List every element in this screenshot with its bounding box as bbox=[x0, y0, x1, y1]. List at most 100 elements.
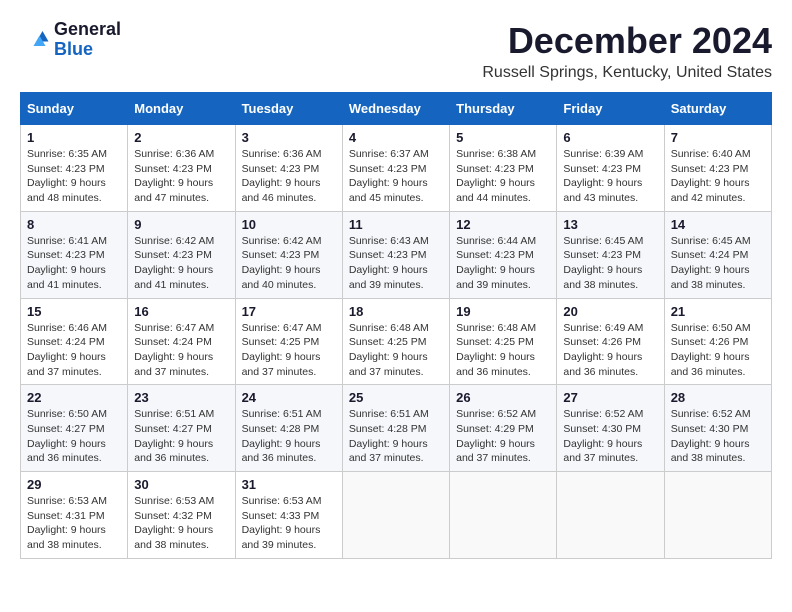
calendar-cell: 27 Sunrise: 6:52 AMSunset: 4:30 PMDaylig… bbox=[557, 385, 664, 472]
calendar-week-row: 15 Sunrise: 6:46 AMSunset: 4:24 PMDaylig… bbox=[21, 298, 772, 385]
calendar-header-row: SundayMondayTuesdayWednesdayThursdayFrid… bbox=[21, 93, 772, 125]
day-number: 19 bbox=[456, 304, 550, 319]
day-number: 3 bbox=[242, 130, 336, 145]
day-detail: Sunrise: 6:36 AMSunset: 4:23 PMDaylight:… bbox=[242, 147, 336, 206]
calendar-week-row: 22 Sunrise: 6:50 AMSunset: 4:27 PMDaylig… bbox=[21, 385, 772, 472]
calendar-subtitle: Russell Springs, Kentucky, United States bbox=[482, 64, 772, 82]
calendar-week-row: 1 Sunrise: 6:35 AMSunset: 4:23 PMDayligh… bbox=[21, 125, 772, 212]
day-detail: Sunrise: 6:50 AMSunset: 4:26 PMDaylight:… bbox=[671, 321, 765, 380]
calendar-cell: 26 Sunrise: 6:52 AMSunset: 4:29 PMDaylig… bbox=[450, 385, 557, 472]
day-number: 2 bbox=[134, 130, 228, 145]
day-detail: Sunrise: 6:44 AMSunset: 4:23 PMDaylight:… bbox=[456, 234, 550, 293]
calendar-cell: 24 Sunrise: 6:51 AMSunset: 4:28 PMDaylig… bbox=[235, 385, 342, 472]
calendar-cell: 8 Sunrise: 6:41 AMSunset: 4:23 PMDayligh… bbox=[21, 211, 128, 298]
calendar-cell: 6 Sunrise: 6:39 AMSunset: 4:23 PMDayligh… bbox=[557, 125, 664, 212]
header-friday: Friday bbox=[557, 93, 664, 125]
day-detail: Sunrise: 6:53 AMSunset: 4:32 PMDaylight:… bbox=[134, 494, 228, 553]
calendar-cell: 16 Sunrise: 6:47 AMSunset: 4:24 PMDaylig… bbox=[128, 298, 235, 385]
calendar-cell: 19 Sunrise: 6:48 AMSunset: 4:25 PMDaylig… bbox=[450, 298, 557, 385]
calendar-cell: 10 Sunrise: 6:42 AMSunset: 4:23 PMDaylig… bbox=[235, 211, 342, 298]
day-number: 7 bbox=[671, 130, 765, 145]
day-number: 28 bbox=[671, 390, 765, 405]
calendar-cell: 7 Sunrise: 6:40 AMSunset: 4:23 PMDayligh… bbox=[664, 125, 771, 212]
day-detail: Sunrise: 6:46 AMSunset: 4:24 PMDaylight:… bbox=[27, 321, 121, 380]
day-number: 21 bbox=[671, 304, 765, 319]
day-number: 5 bbox=[456, 130, 550, 145]
calendar-cell: 1 Sunrise: 6:35 AMSunset: 4:23 PMDayligh… bbox=[21, 125, 128, 212]
day-detail: Sunrise: 6:42 AMSunset: 4:23 PMDaylight:… bbox=[242, 234, 336, 293]
calendar-cell: 20 Sunrise: 6:49 AMSunset: 4:26 PMDaylig… bbox=[557, 298, 664, 385]
calendar-cell bbox=[557, 472, 664, 559]
day-detail: Sunrise: 6:39 AMSunset: 4:23 PMDaylight:… bbox=[563, 147, 657, 206]
day-detail: Sunrise: 6:51 AMSunset: 4:27 PMDaylight:… bbox=[134, 407, 228, 466]
header-wednesday: Wednesday bbox=[342, 93, 449, 125]
day-detail: Sunrise: 6:40 AMSunset: 4:23 PMDaylight:… bbox=[671, 147, 765, 206]
day-number: 25 bbox=[349, 390, 443, 405]
header-sunday: Sunday bbox=[21, 93, 128, 125]
day-number: 4 bbox=[349, 130, 443, 145]
day-detail: Sunrise: 6:51 AMSunset: 4:28 PMDaylight:… bbox=[349, 407, 443, 466]
day-detail: Sunrise: 6:48 AMSunset: 4:25 PMDaylight:… bbox=[456, 321, 550, 380]
calendar-cell: 25 Sunrise: 6:51 AMSunset: 4:28 PMDaylig… bbox=[342, 385, 449, 472]
day-detail: Sunrise: 6:47 AMSunset: 4:24 PMDaylight:… bbox=[134, 321, 228, 380]
logo-line1: General bbox=[54, 20, 121, 40]
day-detail: Sunrise: 6:47 AMSunset: 4:25 PMDaylight:… bbox=[242, 321, 336, 380]
calendar-cell bbox=[450, 472, 557, 559]
day-number: 6 bbox=[563, 130, 657, 145]
day-detail: Sunrise: 6:45 AMSunset: 4:24 PMDaylight:… bbox=[671, 234, 765, 293]
calendar-cell: 15 Sunrise: 6:46 AMSunset: 4:24 PMDaylig… bbox=[21, 298, 128, 385]
day-detail: Sunrise: 6:37 AMSunset: 4:23 PMDaylight:… bbox=[349, 147, 443, 206]
logo-text: General Blue bbox=[54, 20, 121, 60]
day-detail: Sunrise: 6:53 AMSunset: 4:33 PMDaylight:… bbox=[242, 494, 336, 553]
calendar-table: SundayMondayTuesdayWednesdayThursdayFrid… bbox=[20, 92, 772, 559]
calendar-cell: 23 Sunrise: 6:51 AMSunset: 4:27 PMDaylig… bbox=[128, 385, 235, 472]
logo-icon bbox=[20, 25, 50, 55]
title-area: December 2024 Russell Springs, Kentucky,… bbox=[482, 20, 772, 82]
day-detail: Sunrise: 6:36 AMSunset: 4:23 PMDaylight:… bbox=[134, 147, 228, 206]
day-number: 8 bbox=[27, 217, 121, 232]
calendar-cell: 13 Sunrise: 6:45 AMSunset: 4:23 PMDaylig… bbox=[557, 211, 664, 298]
calendar-cell: 11 Sunrise: 6:43 AMSunset: 4:23 PMDaylig… bbox=[342, 211, 449, 298]
day-detail: Sunrise: 6:52 AMSunset: 4:30 PMDaylight:… bbox=[563, 407, 657, 466]
day-detail: Sunrise: 6:49 AMSunset: 4:26 PMDaylight:… bbox=[563, 321, 657, 380]
day-number: 30 bbox=[134, 477, 228, 492]
header-monday: Monday bbox=[128, 93, 235, 125]
calendar-cell: 17 Sunrise: 6:47 AMSunset: 4:25 PMDaylig… bbox=[235, 298, 342, 385]
calendar-cell: 28 Sunrise: 6:52 AMSunset: 4:30 PMDaylig… bbox=[664, 385, 771, 472]
calendar-cell: 14 Sunrise: 6:45 AMSunset: 4:24 PMDaylig… bbox=[664, 211, 771, 298]
calendar-cell: 22 Sunrise: 6:50 AMSunset: 4:27 PMDaylig… bbox=[21, 385, 128, 472]
day-detail: Sunrise: 6:50 AMSunset: 4:27 PMDaylight:… bbox=[27, 407, 121, 466]
calendar-cell: 30 Sunrise: 6:53 AMSunset: 4:32 PMDaylig… bbox=[128, 472, 235, 559]
day-number: 15 bbox=[27, 304, 121, 319]
logo: General Blue bbox=[20, 20, 121, 60]
day-number: 13 bbox=[563, 217, 657, 232]
day-number: 22 bbox=[27, 390, 121, 405]
day-detail: Sunrise: 6:43 AMSunset: 4:23 PMDaylight:… bbox=[349, 234, 443, 293]
day-number: 9 bbox=[134, 217, 228, 232]
day-number: 10 bbox=[242, 217, 336, 232]
calendar-cell: 29 Sunrise: 6:53 AMSunset: 4:31 PMDaylig… bbox=[21, 472, 128, 559]
day-number: 24 bbox=[242, 390, 336, 405]
calendar-cell: 4 Sunrise: 6:37 AMSunset: 4:23 PMDayligh… bbox=[342, 125, 449, 212]
day-number: 23 bbox=[134, 390, 228, 405]
day-number: 12 bbox=[456, 217, 550, 232]
day-number: 17 bbox=[242, 304, 336, 319]
calendar-cell: 5 Sunrise: 6:38 AMSunset: 4:23 PMDayligh… bbox=[450, 125, 557, 212]
calendar-cell: 12 Sunrise: 6:44 AMSunset: 4:23 PMDaylig… bbox=[450, 211, 557, 298]
day-number: 29 bbox=[27, 477, 121, 492]
calendar-cell: 2 Sunrise: 6:36 AMSunset: 4:23 PMDayligh… bbox=[128, 125, 235, 212]
calendar-title: December 2024 bbox=[482, 20, 772, 62]
day-number: 16 bbox=[134, 304, 228, 319]
calendar-week-row: 29 Sunrise: 6:53 AMSunset: 4:31 PMDaylig… bbox=[21, 472, 772, 559]
day-number: 14 bbox=[671, 217, 765, 232]
day-detail: Sunrise: 6:53 AMSunset: 4:31 PMDaylight:… bbox=[27, 494, 121, 553]
day-detail: Sunrise: 6:42 AMSunset: 4:23 PMDaylight:… bbox=[134, 234, 228, 293]
day-detail: Sunrise: 6:48 AMSunset: 4:25 PMDaylight:… bbox=[349, 321, 443, 380]
day-detail: Sunrise: 6:41 AMSunset: 4:23 PMDaylight:… bbox=[27, 234, 121, 293]
logo-line2: Blue bbox=[54, 40, 121, 60]
day-detail: Sunrise: 6:45 AMSunset: 4:23 PMDaylight:… bbox=[563, 234, 657, 293]
header-tuesday: Tuesday bbox=[235, 93, 342, 125]
day-number: 27 bbox=[563, 390, 657, 405]
header: General Blue December 2024 Russell Sprin… bbox=[20, 20, 772, 82]
day-detail: Sunrise: 6:52 AMSunset: 4:29 PMDaylight:… bbox=[456, 407, 550, 466]
